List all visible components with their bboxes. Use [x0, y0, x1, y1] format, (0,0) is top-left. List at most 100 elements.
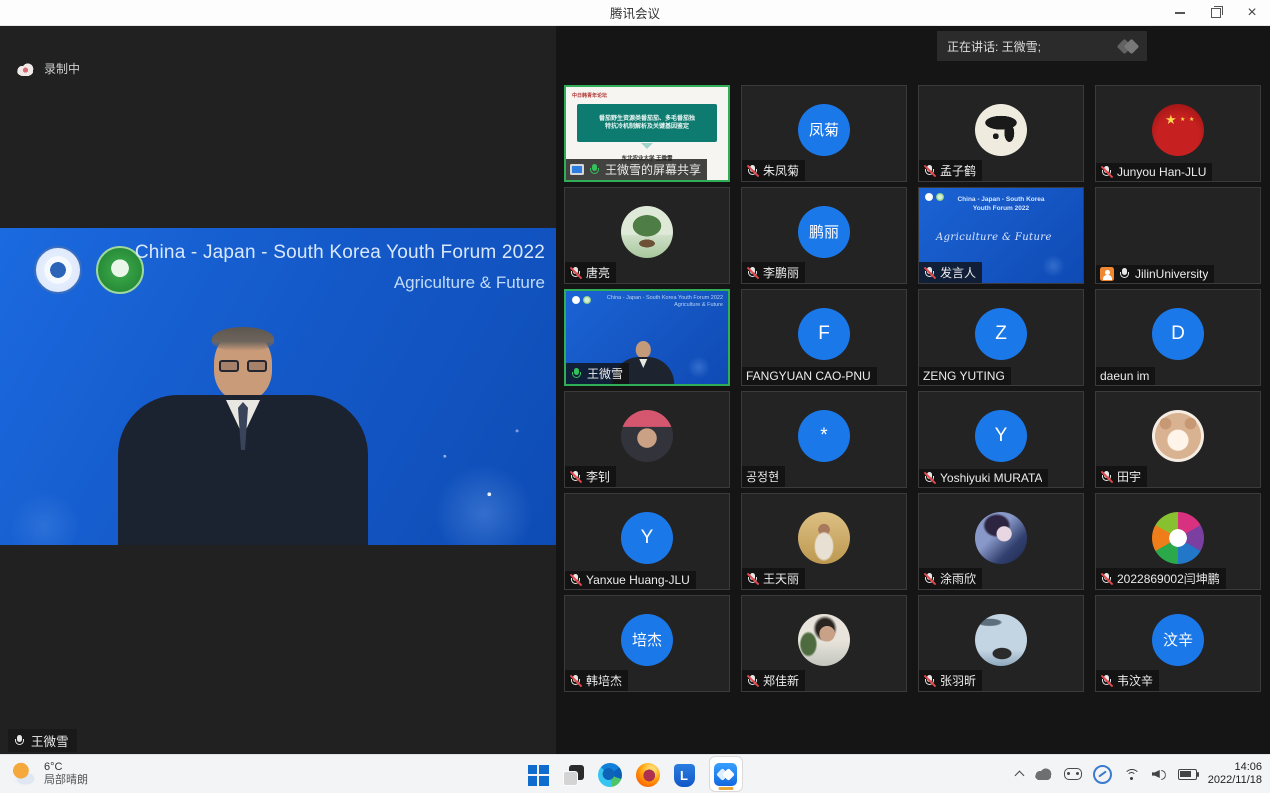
slide-subtitle: Agriculture & Future — [394, 273, 545, 293]
participant-nameplate: 韩培杰 — [565, 670, 628, 691]
participant-name: FANGYUAN CAO-PNU — [746, 369, 871, 383]
participant-nameplate: Yoshiyuki MURATA — [919, 469, 1048, 487]
avatar-initials: F — [818, 323, 830, 345]
participant-nameplate: 韦汶辛 — [1096, 670, 1159, 691]
participants-panel: 正在讲话: 王微雪; 中日韩青年论坛 番茄野生资源类番茄茄、多毛番茄独 特抗冷机… — [556, 26, 1270, 755]
avatar-initials: 培杰 — [632, 629, 662, 650]
onedrive-cloud-icon[interactable] — [1034, 768, 1053, 780]
participant-name: 王天丽 — [763, 570, 799, 587]
participant-nameplate: ZENG YUTING — [919, 367, 1011, 385]
participant-tile[interactable]: 郑佳新 — [741, 595, 907, 692]
task-view-button[interactable] — [563, 758, 584, 792]
jilin-university-logo — [572, 296, 580, 304]
participant-nameplate: 王天丽 — [742, 568, 805, 589]
tray-overflow-chevron-icon[interactable] — [1015, 770, 1023, 778]
weather-sun-cloud-icon — [10, 762, 36, 786]
lenovo-browser-icon[interactable] — [674, 758, 695, 792]
screenshare-tile[interactable]: 中日韩青年论坛 番茄野生资源类番茄茄、多毛番茄独 特抗冷机制解析及关键基因鉴定 … — [564, 85, 730, 182]
active-speaker-tile[interactable]: China - Japan - South Korea Youth Forum … — [564, 289, 730, 386]
participant-tile[interactable]: 2022869002闫坤鹏 — [1095, 493, 1261, 590]
slide-title-box: 番茄野生资源类番茄茄、多毛番茄独 特抗冷机制解析及关键基因鉴定 — [577, 104, 717, 142]
participant-nameplate: Junyou Han-JLU — [1096, 163, 1212, 181]
participant-tile[interactable]: Junyou Han-JLU — [1095, 85, 1261, 182]
edge-browser-icon[interactable] — [598, 758, 622, 792]
slide-corner-tag: 中日韩青年论坛 — [572, 92, 607, 99]
restore-button[interactable] — [1198, 0, 1234, 26]
mic-muted-icon — [569, 573, 582, 587]
participant-tile[interactable]: JilinUniversity — [1095, 187, 1261, 284]
participant-tile[interactable]: 李钊 — [564, 391, 730, 488]
slide-title: China - Japan - South Korea Youth Forum … — [135, 242, 545, 264]
mic-on-icon — [570, 367, 583, 381]
participant-name: 唐亮 — [586, 264, 610, 281]
recording-indicator: 录制中 — [16, 60, 80, 77]
participant-nameplate: JilinUniversity — [1096, 265, 1214, 283]
minimize-button[interactable] — [1162, 0, 1198, 26]
participant-name: 张羽昕 — [940, 672, 976, 689]
participant-name: Yanxue Huang-JLU — [586, 573, 690, 587]
mini-slide-subtitle: Agriculture & Future — [936, 232, 1052, 243]
window-titlebar: 腾讯会议 — [0, 0, 1270, 26]
avatar: 培杰 — [621, 614, 673, 666]
start-button[interactable] — [528, 758, 549, 792]
mic-muted-icon — [746, 266, 759, 280]
window-controls — [1162, 0, 1270, 26]
participant-tile[interactable]: 培杰 韩培杰 — [564, 595, 730, 692]
participant-tile[interactable]: 汶辛 韦汶辛 — [1095, 595, 1261, 692]
participant-name: 공정현 — [746, 468, 779, 485]
participant-name: 韩培杰 — [586, 672, 622, 689]
firefox-browser-icon[interactable] — [636, 758, 660, 792]
forum-logo — [583, 296, 591, 304]
weather-condition: 局部晴朗 — [44, 774, 88, 787]
battery-icon[interactable] — [1178, 769, 1197, 780]
weather-widget[interactable]: 6°C 局部晴朗 — [10, 761, 88, 787]
participant-name: 发言人 — [940, 264, 976, 281]
mic-muted-icon — [1100, 674, 1113, 688]
avatar-initials: D — [1171, 323, 1185, 345]
speaker-icon[interactable] — [1152, 768, 1167, 780]
participant-tile[interactable]: 张羽昕 — [918, 595, 1084, 692]
participant-name: Junyou Han-JLU — [1117, 165, 1206, 179]
wifi-icon[interactable] — [1123, 768, 1141, 781]
recording-cloud-icon — [16, 62, 35, 76]
participant-tile[interactable]: 田宇 — [1095, 391, 1261, 488]
participant-nameplate: Yanxue Huang-JLU — [565, 571, 696, 589]
mic-muted-icon — [923, 471, 936, 485]
participant-tile[interactable]: 唐亮 — [564, 187, 730, 284]
speaker-slide-tile[interactable]: China - Japan - South Korea Youth Forum … — [918, 187, 1084, 284]
mic-muted-icon — [1100, 165, 1113, 179]
avatar: Y — [975, 410, 1027, 462]
screenshare-icon — [570, 164, 584, 175]
taskbar-clock[interactable]: 14:06 2022/11/18 — [1208, 761, 1262, 788]
participant-tile[interactable]: 孟子鹤 — [918, 85, 1084, 182]
participant-tile[interactable]: Y Yoshiyuki MURATA — [918, 391, 1084, 488]
participant-tile[interactable]: F FANGYUAN CAO-PNU — [741, 289, 907, 386]
participant-nameplate: 田宇 — [1096, 466, 1147, 487]
participant-name: Yoshiyuki MURATA — [940, 471, 1042, 485]
forum-logo — [936, 193, 944, 201]
presentation-slide: China - Japan - South Korea Youth Forum … — [0, 228, 556, 545]
bear-cartoon-avatar — [1152, 410, 1204, 462]
window-title: 腾讯会议 — [610, 3, 660, 22]
tree-photo-avatar — [621, 206, 673, 258]
participant-nameplate: 张羽昕 — [919, 670, 982, 691]
jilin-university-logo — [925, 193, 933, 201]
tencent-meeting-taskbar-icon[interactable] — [709, 756, 743, 792]
close-button[interactable] — [1234, 0, 1270, 26]
colorful-logo-avatar — [1152, 512, 1204, 564]
pc-manager-icon[interactable] — [1093, 765, 1112, 784]
mic-muted-icon — [569, 266, 582, 280]
participant-tile[interactable]: 凤菊 朱凤菊 — [741, 85, 907, 182]
participant-tile[interactable]: 王天丽 — [741, 493, 907, 590]
avatar: 汶辛 — [1152, 614, 1204, 666]
mic-on-icon — [588, 163, 601, 177]
participant-tile[interactable]: 涂雨欣 — [918, 493, 1084, 590]
participant-tile[interactable]: * 공정현 — [741, 391, 907, 488]
game-controller-icon[interactable] — [1064, 768, 1082, 780]
wheat-field-portrait-avatar — [798, 512, 850, 564]
participant-tile[interactable]: D daeun im — [1095, 289, 1261, 386]
participant-tile[interactable]: Z ZENG YUTING — [918, 289, 1084, 386]
participant-name: daeun im — [1100, 369, 1149, 383]
participant-tile[interactable]: 鹏丽 李鹏丽 — [741, 187, 907, 284]
participant-tile[interactable]: Y Yanxue Huang-JLU — [564, 493, 730, 590]
